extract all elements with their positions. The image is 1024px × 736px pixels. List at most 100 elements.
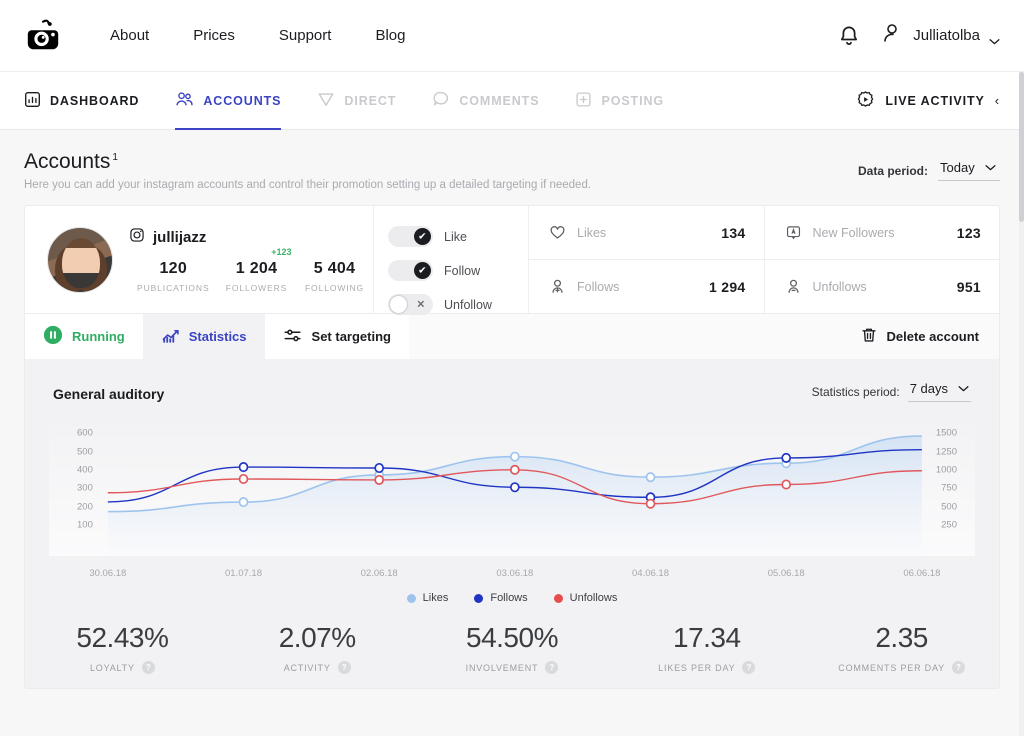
kpi-loyalty: 52.43% LOYALTY ?: [25, 622, 220, 674]
legend-item-unfollows[interactable]: Unfollows: [553, 592, 618, 604]
user-menu[interactable]: Julliatolba: [880, 21, 1000, 50]
subnav-item-accounts[interactable]: ACCOUNTS: [157, 72, 299, 130]
page-title: Accounts 1: [24, 150, 118, 174]
x-tick: 01.07.18: [224, 568, 262, 579]
kpi-involvement: 54.50% INVOLVEMENT ?: [415, 622, 610, 674]
profile-info: jullijazz 120 PUBLICATIONS +123 1 204 FO…: [129, 227, 374, 293]
legend-item-follows[interactable]: Follows: [474, 592, 528, 604]
tab-set-targeting[interactable]: Set targeting: [264, 314, 409, 359]
live-activity-toggle[interactable]: LIVE ACTIVITY ‹: [856, 72, 1000, 129]
statistics-panel: General auditory Statistics period: 7 da…: [25, 359, 999, 688]
stat-delta: +123: [271, 246, 292, 257]
toggle-like[interactable]: ✔: [388, 226, 433, 247]
metric-value: 123: [956, 224, 981, 241]
nav-link-prices[interactable]: Prices: [171, 21, 257, 50]
user-name: Julliatolba: [913, 27, 980, 44]
y-tick-left: 400: [77, 464, 93, 476]
live-activity-label: LIVE ACTIVITY: [885, 93, 985, 108]
metric-follows: Follows 1 294: [528, 260, 764, 313]
account-card-top: jullijazz 120 PUBLICATIONS +123 1 204 FO…: [25, 206, 999, 315]
kpi-likes-per-day: 17.34 LIKES PER DAY ?: [609, 622, 804, 674]
legend-label: Likes: [422, 592, 449, 604]
plus-square-icon: [575, 91, 592, 111]
help-icon[interactable]: ?: [545, 661, 559, 674]
nav-link-support[interactable]: Support: [257, 21, 354, 50]
kpi-caption: LIKES PER DAY ?: [609, 661, 804, 674]
kpi-value: 2.35: [875, 622, 928, 653]
toggle-label-unfollow: Unfollow: [444, 297, 492, 312]
dashboard-chart-icon: [24, 91, 41, 111]
y-tick-left: 600: [77, 427, 93, 439]
subnav-item-dashboard[interactable]: DASHBOARD: [24, 72, 157, 129]
tab-label-statistics: Statistics: [188, 329, 247, 344]
chart-point-likes: [240, 498, 248, 506]
metric-label: Unfollows: [812, 279, 867, 294]
delete-account-button[interactable]: Delete account: [840, 326, 999, 347]
help-icon[interactable]: ?: [742, 661, 756, 674]
nav-link-about[interactable]: About: [88, 21, 171, 50]
page-title-text: Accounts: [24, 150, 111, 173]
statistics-period-label: Statistics period:: [811, 385, 900, 399]
page-scrollbar-track[interactable]: [1019, 72, 1024, 736]
subnav-item-direct[interactable]: DIRECT: [299, 72, 414, 129]
x-tick: 02.06.18: [360, 568, 398, 579]
pause-circle-icon: [43, 325, 63, 348]
tab-running[interactable]: Running: [25, 314, 143, 359]
chart-point-unfollows: [782, 480, 790, 488]
nav-link-blog[interactable]: Blog: [353, 21, 427, 50]
chart-point-follows: [375, 464, 383, 472]
chart-point-unfollows: [511, 466, 519, 474]
data-period-label: Data period:: [857, 164, 928, 178]
trash-icon: [860, 326, 878, 347]
stat-publications: 120 PUBLICATIONS: [129, 260, 218, 293]
y-tick-right: 1250: [935, 446, 957, 457]
user-avatar-icon: [880, 21, 904, 50]
account-metrics: Likes 134 New Followers 123 Follows 1 29…: [528, 206, 999, 313]
data-period-control: Data period: Today: [858, 158, 1000, 181]
tab-statistics[interactable]: Statistics: [142, 314, 265, 359]
chart-point-unfollows: [375, 476, 383, 484]
legend-label: Unfollows: [569, 592, 618, 604]
toggle-knob: [390, 296, 407, 313]
person-add-icon: [549, 278, 566, 295]
accounts-people-icon: [175, 90, 194, 111]
subnav-item-posting[interactable]: POSTING: [557, 72, 682, 129]
help-icon[interactable]: ?: [951, 661, 965, 674]
kpi-activity: 2.07% ACTIVITY ?: [220, 622, 415, 674]
stat-label: FOLLOWING: [304, 282, 365, 293]
kpi-caption: LOYALTY ?: [25, 661, 220, 674]
top-header: About Prices Support Blog Julliatolba: [0, 0, 1024, 72]
help-icon[interactable]: ?: [141, 661, 155, 674]
chart-point-likes: [647, 473, 655, 481]
metric-label: New Followers: [812, 225, 895, 240]
kpi-label: ACTIVITY: [283, 662, 331, 673]
chevron-down-icon: [989, 32, 1000, 45]
toggle-row-unfollow: ✕ Unfollow: [388, 294, 528, 315]
subnav-item-comments[interactable]: COMMENTS: [414, 72, 557, 129]
account-handle[interactable]: jullijazz: [129, 227, 374, 248]
metric-value: 134: [721, 224, 746, 241]
toggle-follow[interactable]: ✔: [388, 260, 433, 281]
account-tabbar: Running Statistics Set targeting Delete …: [25, 313, 999, 359]
data-period-value: Today: [940, 159, 975, 175]
sliders-icon: [283, 326, 303, 348]
kpi-value: 54.50%: [466, 622, 558, 653]
toggle-label-follow: Follow: [444, 263, 481, 278]
subnav-label-comments: COMMENTS: [459, 93, 540, 108]
metric-unfollows: Unfollows 951: [763, 260, 1000, 313]
tab-label-set-targeting: Set targeting: [311, 329, 391, 344]
legend-item-likes[interactable]: Likes: [406, 592, 449, 604]
toggle-unfollow[interactable]: ✕: [388, 294, 433, 315]
notification-bell-icon[interactable]: [836, 23, 862, 49]
kpi-caption: INVOLVEMENT ?: [415, 661, 610, 674]
chart-legend: Likes Follows Unfollows: [25, 590, 999, 604]
app-root: About Prices Support Blog Julliatolba DA…: [0, 0, 1024, 736]
stat-following: 5 404 FOLLOWING: [296, 260, 374, 293]
page-scrollbar-thumb[interactable]: [1019, 72, 1024, 222]
data-period-select[interactable]: Today: [938, 158, 1000, 181]
camera-robot-logo[interactable]: [24, 17, 62, 55]
chart-point-follows: [240, 463, 248, 471]
statistics-period-select[interactable]: 7 days: [907, 379, 971, 402]
help-icon[interactable]: ?: [337, 661, 351, 674]
stat-value: 5 404: [313, 259, 356, 277]
